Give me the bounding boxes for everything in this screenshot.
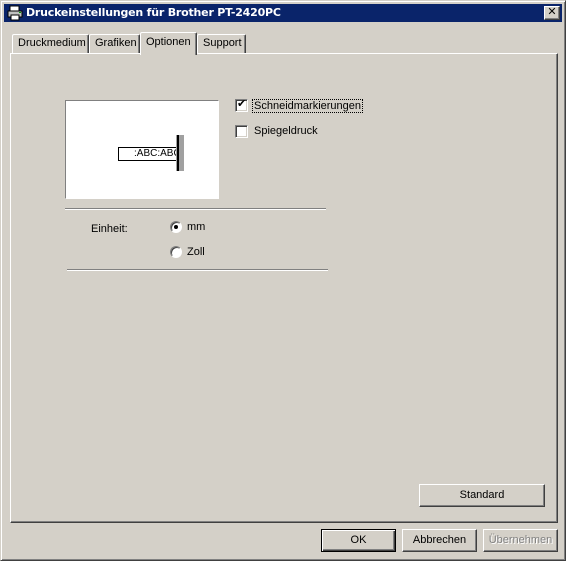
tab-label: Optionen	[146, 36, 191, 48]
tab-optionen[interactable]: Optionen	[140, 32, 197, 55]
title-bar[interactable]: Druckeinstellungen für Brother PT-2420PC…	[4, 4, 562, 22]
tab-druckmedium[interactable]: Druckmedium	[12, 34, 89, 53]
tab-label: Support	[203, 37, 242, 49]
ok-button[interactable]: OK	[321, 529, 396, 552]
window-title: Druckeinstellungen für Brother PT-2420PC	[26, 6, 281, 19]
options-panel	[10, 53, 558, 523]
tab-grafiken[interactable]: Grafiken	[89, 34, 140, 53]
tab-support[interactable]: Support	[197, 34, 246, 53]
tab-label: Grafiken	[95, 37, 137, 49]
close-icon: ✕	[547, 6, 557, 18]
dialog-window: Druckeinstellungen für Brother PT-2420PC…	[0, 0, 566, 561]
close-button[interactable]: ✕	[544, 6, 560, 20]
cancel-button[interactable]: Abbrechen	[402, 529, 477, 552]
printer-icon	[7, 5, 23, 21]
tab-label: Druckmedium	[18, 37, 86, 49]
apply-button[interactable]: Übernehmen	[483, 529, 558, 552]
